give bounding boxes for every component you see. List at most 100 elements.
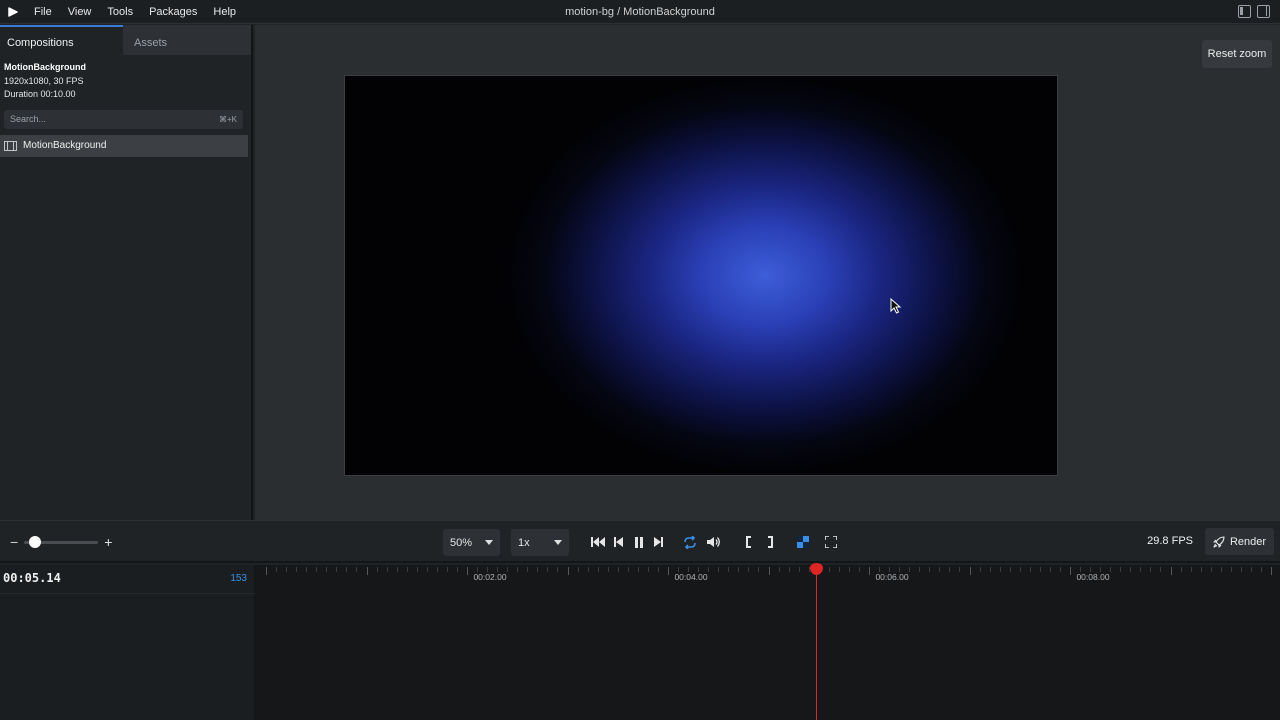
menu-help[interactable]: Help (205, 6, 244, 18)
ruler-tick (828, 567, 830, 572)
ruler-tick (497, 567, 499, 572)
ruler-tick (326, 567, 328, 572)
ruler-tick (587, 567, 589, 572)
ruler-tick (1100, 567, 1102, 572)
ruler-tick (1190, 567, 1192, 572)
jump-to-start-icon[interactable] (589, 533, 607, 551)
ruler-tick (1070, 567, 1071, 575)
ruler-label: 00:08.00 (1076, 572, 1110, 582)
ruler-tick (899, 567, 901, 572)
chevron-down-icon (485, 540, 493, 545)
ruler-label: 00:04.00 (674, 572, 708, 582)
in-point-icon[interactable] (740, 533, 758, 551)
toggle-left-panel-icon[interactable] (1238, 5, 1251, 18)
slider-thumb[interactable] (29, 535, 42, 548)
ruler-tick (1120, 567, 1122, 572)
ruler-tick (929, 567, 931, 572)
ruler-tick (969, 567, 971, 575)
film-icon (4, 140, 17, 151)
step-back-icon[interactable] (610, 533, 628, 551)
sidebar: Compositions Assets MotionBackground 192… (0, 25, 253, 520)
ruler-tick (306, 567, 308, 572)
reset-zoom-button[interactable]: Reset zoom (1202, 40, 1272, 68)
menu-file[interactable]: File (26, 6, 60, 18)
ruler-tick (989, 567, 991, 572)
ruler-tick (678, 567, 680, 572)
ruler-tick (406, 567, 408, 572)
ruler-tick (1039, 567, 1041, 572)
ruler-tick (1059, 567, 1061, 572)
ruler-tick (507, 567, 509, 572)
pause-icon[interactable] (630, 533, 648, 551)
ruler-tick (617, 567, 619, 572)
checkerboard-icon[interactable] (794, 533, 812, 551)
render-button[interactable]: Render (1205, 528, 1274, 555)
rocket-icon (1213, 535, 1225, 548)
preview-zoom-select[interactable]: 50% (443, 529, 500, 556)
ruler-tick (1130, 567, 1132, 572)
current-timecode: 00:05.14 (3, 571, 61, 585)
menu-tools[interactable]: Tools (99, 6, 141, 18)
ruler-tick (316, 567, 318, 572)
ruler-tick (768, 567, 770, 575)
fullscreen-icon[interactable] (822, 533, 840, 551)
ruler-tick (356, 567, 358, 572)
tab-assets[interactable]: Assets (123, 25, 251, 55)
menu-view[interactable]: View (60, 6, 100, 18)
search-shortcut: ⌘+K (218, 114, 237, 124)
ruler-tick (1049, 567, 1051, 572)
ruler-tick (688, 567, 690, 572)
timeline-ruler[interactable]: 00:02.00 00:04.00 00:06.00 00:08.00 (256, 565, 1280, 593)
ruler-tick (366, 567, 368, 575)
ruler-tick (1150, 567, 1152, 572)
ruler-tick (336, 567, 338, 572)
ruler-tick (939, 567, 941, 572)
playhead[interactable] (810, 563, 823, 720)
toggle-right-panel-icon[interactable] (1257, 5, 1270, 18)
preview-area: Reset zoom (255, 25, 1280, 520)
ruler-tick (1170, 567, 1172, 575)
loop-icon[interactable] (681, 533, 699, 551)
app-logo-icon[interactable] (0, 0, 26, 24)
ruler-label: 00:02.00 (473, 572, 507, 582)
playback-speed-select[interactable]: 1x (511, 529, 569, 556)
ruler-tick (728, 567, 730, 572)
ruler-tick (738, 567, 740, 572)
ruler-tick (1180, 567, 1182, 572)
ruler-tick (999, 567, 1001, 572)
timeline-track-list: 00:05.14 153 (0, 565, 255, 720)
sidebar-tabs: Compositions Assets (0, 25, 251, 55)
out-point-icon[interactable] (761, 533, 779, 551)
step-forward-icon[interactable] (649, 533, 667, 551)
volume-icon[interactable] (705, 533, 723, 551)
search-box: ⌘+K (4, 109, 243, 129)
ruler-tick (346, 567, 348, 572)
ruler-tick (1260, 567, 1262, 572)
ruler-tick (467, 567, 468, 575)
ruler-tick (477, 567, 479, 572)
preview-zoom-value: 50% (450, 536, 473, 549)
timeline-zoom: − + (10, 534, 112, 550)
ruler-tick (426, 567, 428, 572)
menu-packages[interactable]: Packages (141, 6, 205, 18)
current-frame: 153 (230, 573, 247, 584)
search-input[interactable] (10, 114, 190, 124)
ruler-tick (889, 567, 891, 572)
timeline-zoom-slider[interactable] (24, 535, 99, 548)
ruler-tick (1240, 567, 1242, 572)
ruler-tick (979, 567, 981, 572)
composition-canvas[interactable] (344, 75, 1058, 476)
ruler-tick (869, 567, 870, 575)
composition-list-item[interactable]: MotionBackground (0, 134, 248, 157)
ruler-tick (798, 567, 800, 572)
ruler-tick (517, 567, 519, 572)
zoom-out-button[interactable]: − (10, 534, 18, 550)
ruler-tick (919, 567, 921, 572)
ruler-tick (778, 567, 780, 572)
ruler-tick (296, 567, 298, 572)
ruler-tick (698, 567, 700, 572)
ruler-tick (668, 567, 669, 575)
zoom-in-button[interactable]: + (104, 534, 112, 550)
ruler-tick (858, 567, 860, 572)
tab-compositions[interactable]: Compositions (0, 25, 123, 55)
